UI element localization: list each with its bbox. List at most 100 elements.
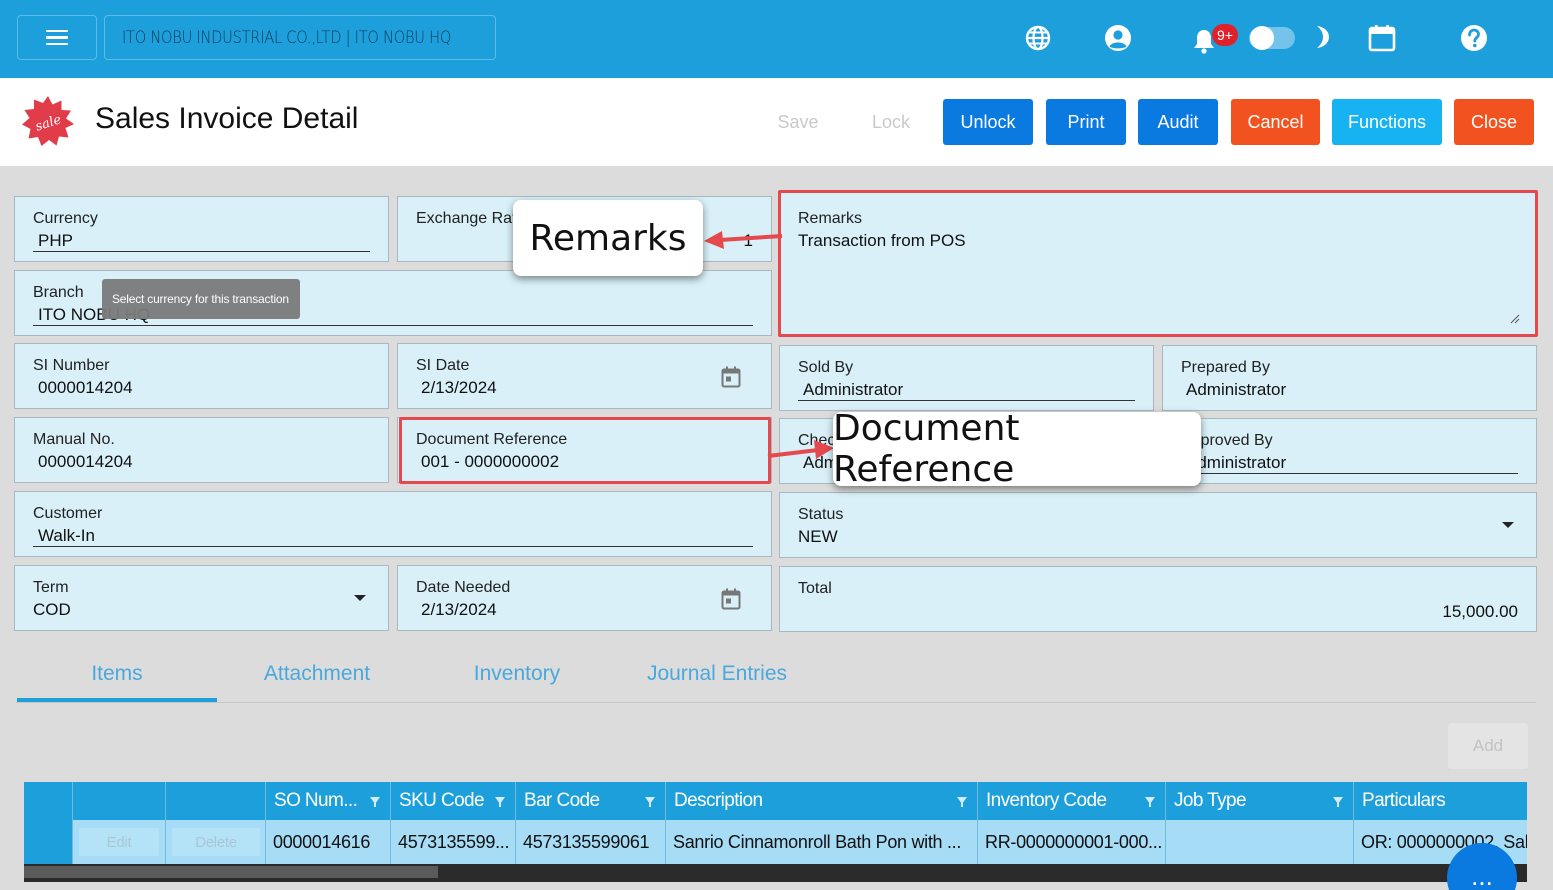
term-value: COD bbox=[33, 600, 71, 619]
filter-icon[interactable] bbox=[370, 797, 380, 807]
edit-button[interactable]: Edit bbox=[79, 828, 159, 856]
sold-by-value: Administrator bbox=[803, 380, 904, 399]
si-date-value: 2/13/2024 bbox=[421, 378, 497, 397]
grid-header: SO Num... SKU Code Bar Code Description … bbox=[24, 782, 1527, 820]
save-button[interactable]: Save bbox=[763, 99, 833, 145]
customer-label: Customer bbox=[33, 505, 103, 522]
column-header-inventory-code[interactable]: Inventory Code bbox=[977, 782, 1165, 820]
menu-button[interactable] bbox=[17, 15, 97, 60]
active-tab-indicator bbox=[17, 698, 217, 702]
customer-value: Walk-In bbox=[38, 526, 95, 545]
table-row[interactable]: Edit Delete 0000014616 4573135599... 457… bbox=[24, 820, 1527, 864]
branch-label: Branch bbox=[33, 284, 84, 301]
sold-by-field[interactable]: Sold By Administrator bbox=[779, 345, 1154, 411]
company-selector[interactable]: ITO NOBU INDUSTRIAL CO.,LTD | ITO NOBU H… bbox=[104, 15, 496, 60]
page-title: Sales Invoice Detail bbox=[95, 102, 359, 135]
calendar-icon[interactable] bbox=[1368, 24, 1396, 52]
status-value: NEW bbox=[798, 527, 838, 546]
status-select[interactable]: Status NEW bbox=[779, 492, 1537, 558]
audit-button[interactable]: Audit bbox=[1138, 99, 1218, 145]
cell-inventory-code: RR-0000000001-000... bbox=[977, 820, 1165, 864]
items-grid: SO Num... SKU Code Bar Code Description … bbox=[24, 782, 1527, 882]
notification-badge: 9+ bbox=[1212, 24, 1238, 46]
column-header-bar-code[interactable]: Bar Code bbox=[515, 782, 665, 820]
unlock-button[interactable]: Unlock bbox=[943, 99, 1033, 145]
column-header-so-number[interactable]: SO Num... bbox=[265, 782, 390, 820]
currency-underline bbox=[33, 250, 370, 252]
globe-icon[interactable] bbox=[1025, 25, 1051, 51]
cancel-button[interactable]: Cancel bbox=[1231, 99, 1320, 145]
column-header-label: Description bbox=[674, 790, 763, 811]
menu-icon bbox=[46, 29, 68, 46]
moon-icon bbox=[1317, 26, 1329, 48]
column-header-label: Inventory Code bbox=[986, 790, 1107, 811]
row-selector[interactable] bbox=[24, 820, 72, 864]
column-header-job-type[interactable]: Job Type bbox=[1165, 782, 1353, 820]
currency-tooltip: Select currency for this transaction bbox=[102, 279, 300, 319]
approved-by-field[interactable]: Approved By Administrator bbox=[1162, 418, 1537, 484]
total-value: 15,000.00 bbox=[1442, 602, 1518, 621]
print-button[interactable]: Print bbox=[1046, 99, 1126, 145]
scrollbar-thumb[interactable] bbox=[24, 866, 438, 878]
cell-sku-code: 4573135599... bbox=[390, 820, 515, 864]
column-header-label: Bar Code bbox=[524, 790, 600, 811]
functions-button[interactable]: Functions bbox=[1332, 99, 1442, 145]
header-edit-column bbox=[72, 782, 165, 820]
approved-by-value: Administrator bbox=[1186, 453, 1287, 472]
manual-no-field[interactable]: Manual No. 0000014204 bbox=[14, 417, 389, 483]
document-reference-callout: Document Reference bbox=[833, 408, 1201, 490]
header-select-column bbox=[24, 782, 72, 820]
cell-description: Sanrio Cinnamonroll Bath Pon with ... bbox=[665, 820, 977, 864]
column-header-label: Particulars bbox=[1362, 790, 1446, 811]
user-circle-icon[interactable] bbox=[1104, 24, 1132, 52]
add-button[interactable]: Add bbox=[1448, 723, 1528, 769]
lock-button[interactable]: Lock bbox=[856, 99, 926, 145]
remarks-highlight bbox=[778, 190, 1538, 337]
filter-icon[interactable] bbox=[645, 797, 655, 807]
customer-field[interactable]: Customer Walk-In bbox=[14, 491, 772, 557]
chevron-down-icon bbox=[354, 595, 366, 601]
column-header-sku-code[interactable]: SKU Code bbox=[390, 782, 515, 820]
customer-underline bbox=[33, 545, 753, 547]
filter-icon[interactable] bbox=[1145, 797, 1155, 807]
cell-bar-code: 4573135599061 bbox=[515, 820, 665, 864]
tabs-divider bbox=[16, 702, 1536, 703]
cell-so-number: 0000014616 bbox=[265, 820, 390, 864]
date-needed-field[interactable]: Date Needed 2/13/2024 bbox=[397, 565, 772, 631]
filter-icon[interactable] bbox=[495, 797, 505, 807]
column-header-label: SKU Code bbox=[399, 790, 485, 811]
si-date-field[interactable]: SI Date 2/13/2024 bbox=[397, 343, 772, 409]
term-select[interactable]: Term COD bbox=[14, 565, 389, 631]
tab-items[interactable]: Items bbox=[17, 662, 217, 686]
filter-icon[interactable] bbox=[957, 797, 967, 807]
calendar-icon[interactable] bbox=[721, 588, 741, 610]
filter-icon[interactable] bbox=[1333, 797, 1343, 807]
total-label: Total bbox=[798, 580, 832, 597]
close-button[interactable]: Close bbox=[1454, 99, 1534, 145]
tab-attachment[interactable]: Attachment bbox=[217, 662, 417, 686]
calendar-icon[interactable] bbox=[721, 366, 741, 388]
prepared-by-value: Administrator bbox=[1186, 380, 1287, 399]
term-label: Term bbox=[33, 579, 69, 596]
help-icon[interactable] bbox=[1460, 24, 1488, 52]
date-needed-label: Date Needed bbox=[416, 579, 511, 596]
column-header-label: Job Type bbox=[1174, 790, 1247, 811]
column-header-description[interactable]: Description bbox=[665, 782, 977, 820]
currency-label: Currency bbox=[33, 210, 98, 227]
delete-button[interactable]: Delete bbox=[172, 828, 260, 856]
si-number-field[interactable]: SI Number 0000014204 bbox=[14, 343, 389, 409]
theme-toggle[interactable] bbox=[1249, 26, 1295, 50]
tab-inventory[interactable]: Inventory bbox=[417, 662, 617, 686]
horizontal-scrollbar[interactable] bbox=[24, 864, 1527, 882]
column-header-particulars[interactable]: Particulars bbox=[1353, 782, 1527, 820]
prepared-by-field[interactable]: Prepared By Administrator bbox=[1162, 345, 1537, 411]
document-reference-highlight bbox=[399, 417, 771, 484]
remarks-arrow bbox=[704, 231, 783, 249]
tab-journal-entries[interactable]: Journal Entries bbox=[617, 662, 817, 686]
exchange-rate-label: Exchange Rate bbox=[416, 210, 526, 227]
approved-by-underline bbox=[1181, 472, 1518, 474]
currency-field[interactable]: Currency PHP bbox=[14, 196, 389, 262]
date-needed-value: 2/13/2024 bbox=[421, 600, 497, 619]
header-delete-column bbox=[165, 782, 265, 820]
company-name: ITO NOBU INDUSTRIAL CO.,LTD | ITO NOBU H… bbox=[122, 27, 452, 48]
